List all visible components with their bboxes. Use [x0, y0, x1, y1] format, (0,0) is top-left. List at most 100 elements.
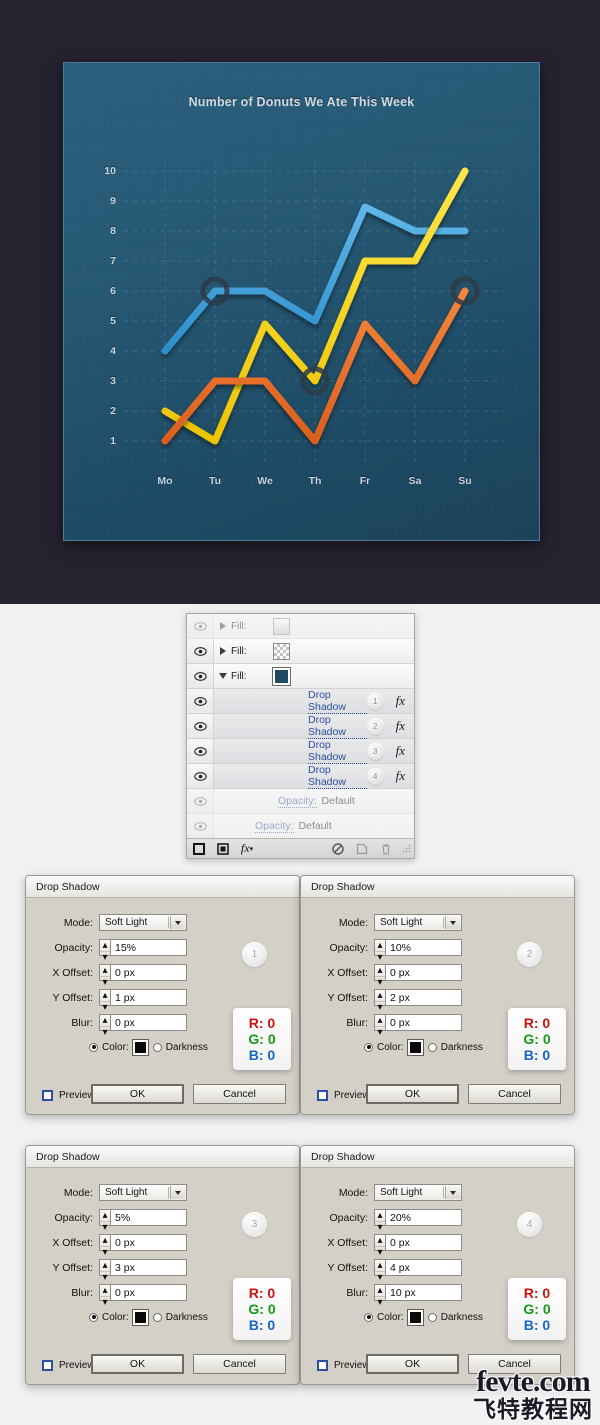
opacity-label[interactable]: Opacity:	[255, 820, 294, 833]
preview-checkbox[interactable]	[317, 1090, 328, 1101]
ok-button[interactable]: OK	[91, 1084, 184, 1104]
yoffset-stepper[interactable]: ▴ ▾	[99, 1259, 110, 1283]
opacity-stepper[interactable]: ▴ ▾	[374, 1209, 385, 1233]
xoffset-stepper[interactable]: ▴ ▾	[99, 964, 110, 988]
blur-input[interactable]: 0 px	[385, 1014, 462, 1031]
eye-icon[interactable]	[187, 789, 214, 813]
preview-row[interactable]: Preview	[42, 1360, 95, 1371]
color-swatch[interactable]	[131, 1038, 149, 1056]
xoffset-input[interactable]: 0 px	[385, 1234, 462, 1251]
yoffset-stepper[interactable]: ▴ ▾	[99, 989, 110, 1013]
fx-menu-icon[interactable]: fx ▾	[235, 841, 259, 856]
blend-mode-select[interactable]: Soft Light	[99, 914, 187, 931]
color-swatch[interactable]	[131, 1308, 149, 1326]
ok-button[interactable]: OK	[91, 1354, 184, 1374]
effect-label[interactable]: Drop Shadow	[308, 764, 367, 789]
effect-label[interactable]: Drop Shadow	[308, 714, 367, 739]
xoffset-input[interactable]: 0 px	[385, 964, 462, 981]
blur-stepper[interactable]: ▴ ▾	[374, 1014, 385, 1038]
effect-row-drop-shadow-3[interactable]: Drop Shadow 3 fx	[187, 739, 414, 764]
layer-row-fill-2[interactable]: Fill:	[187, 639, 414, 664]
blend-mode-select[interactable]: Soft Light	[374, 914, 462, 931]
opacity-stepper[interactable]: ▴ ▾	[374, 939, 385, 963]
color-radio[interactable]	[89, 1042, 98, 1052]
xoffset-stepper[interactable]: ▴ ▾	[99, 1234, 110, 1258]
preview-row[interactable]: Preview	[42, 1090, 95, 1101]
fx-icon[interactable]: fx	[396, 718, 405, 734]
effect-label[interactable]: Drop Shadow	[308, 739, 367, 764]
drop-shadow-dialog-2[interactable]: Drop Shadow 2 Mode: Soft Light Opacity: …	[300, 875, 575, 1115]
drop-shadow-dialog-4[interactable]: Drop Shadow 4 Mode: Soft Light Opacity: …	[300, 1145, 575, 1385]
preview-checkbox[interactable]	[42, 1090, 53, 1101]
ok-button[interactable]: OK	[366, 1084, 459, 1104]
eye-icon[interactable]	[187, 689, 214, 713]
effect-label[interactable]: Drop Shadow	[308, 689, 367, 714]
opacity-label[interactable]: Opacity:	[278, 795, 317, 808]
preview-checkbox[interactable]	[317, 1360, 328, 1371]
fx-icon[interactable]: fx	[396, 743, 405, 759]
yoffset-input[interactable]: 3 px	[110, 1259, 187, 1276]
effect-row-drop-shadow-1[interactable]: Drop Shadow 1 fx	[187, 689, 414, 714]
blur-stepper[interactable]: ▴ ▾	[374, 1284, 385, 1308]
opacity-input[interactable]: 10%	[385, 939, 462, 956]
xoffset-input[interactable]: 0 px	[110, 1234, 187, 1251]
new-layer-icon[interactable]	[350, 843, 374, 855]
opacity-row-2[interactable]: Opacity: Default	[187, 814, 414, 839]
layer-row-fill-1[interactable]: Fill:	[187, 614, 414, 639]
layer-row-fill-3[interactable]: Fill:	[187, 664, 414, 689]
resize-grip-icon[interactable]	[398, 844, 414, 853]
opacity-input[interactable]: 20%	[385, 1209, 462, 1226]
drop-shadow-dialog-3[interactable]: Drop Shadow 3 Mode: Soft Light Opacity: …	[25, 1145, 300, 1385]
opacity-input[interactable]: 15%	[110, 939, 187, 956]
fx-icon[interactable]: fx	[396, 768, 405, 784]
blend-mode-select[interactable]: Soft Light	[99, 1184, 187, 1201]
color-swatch[interactable]	[406, 1038, 424, 1056]
eye-icon[interactable]	[187, 714, 214, 738]
preview-row[interactable]: Preview	[317, 1090, 370, 1101]
darkness-radio[interactable]	[152, 1042, 162, 1052]
chevron-down-icon[interactable]	[214, 673, 231, 679]
preview-checkbox[interactable]	[42, 1360, 53, 1371]
chevron-right-icon[interactable]	[214, 647, 231, 655]
color-radio[interactable]	[364, 1042, 373, 1052]
blur-input[interactable]: 0 px	[110, 1014, 187, 1031]
chevron-right-icon[interactable]	[214, 622, 231, 630]
opacity-row-1[interactable]: Opacity: Default	[187, 789, 414, 814]
xoffset-stepper[interactable]: ▴ ▾	[374, 1234, 385, 1258]
layers-panel[interactable]: Fill: Fill: Fill: Drop Shadow 1 fx Drop …	[186, 613, 415, 859]
yoffset-input[interactable]: 4 px	[385, 1259, 462, 1276]
eye-icon[interactable]	[187, 639, 214, 663]
darkness-radio[interactable]	[152, 1312, 162, 1322]
blend-mode-select[interactable]: Soft Light	[374, 1184, 462, 1201]
cancel-button[interactable]: Cancel	[193, 1354, 286, 1374]
darkness-radio[interactable]	[427, 1042, 437, 1052]
blur-stepper[interactable]: ▴ ▾	[99, 1284, 110, 1308]
color-swatch[interactable]	[406, 1308, 424, 1326]
yoffset-stepper[interactable]: ▴ ▾	[374, 1259, 385, 1283]
cancel-button[interactable]: Cancel	[193, 1084, 286, 1104]
xoffset-input[interactable]: 0 px	[110, 964, 187, 981]
opacity-stepper[interactable]: ▴ ▾	[99, 939, 110, 963]
opacity-stepper[interactable]: ▴ ▾	[99, 1209, 110, 1233]
color-radio[interactable]	[89, 1312, 98, 1322]
eye-icon[interactable]	[187, 614, 214, 638]
no-entry-icon[interactable]	[326, 842, 350, 855]
yoffset-input[interactable]: 2 px	[385, 989, 462, 1006]
trash-icon[interactable]	[374, 843, 398, 855]
eye-icon[interactable]	[187, 664, 214, 688]
ok-button[interactable]: OK	[366, 1354, 459, 1374]
blur-stepper[interactable]: ▴ ▾	[99, 1014, 110, 1038]
square-outline-icon[interactable]	[187, 842, 211, 855]
opacity-input[interactable]: 5%	[110, 1209, 187, 1226]
eye-icon[interactable]	[187, 739, 214, 763]
cancel-button[interactable]: Cancel	[468, 1084, 561, 1104]
fx-icon[interactable]: fx	[396, 693, 405, 709]
effect-row-drop-shadow-4[interactable]: Drop Shadow 4 fx	[187, 764, 414, 789]
eye-icon[interactable]	[187, 814, 214, 838]
yoffset-stepper[interactable]: ▴ ▾	[374, 989, 385, 1013]
yoffset-input[interactable]: 1 px	[110, 989, 187, 1006]
effect-row-drop-shadow-2[interactable]: Drop Shadow 2 fx	[187, 714, 414, 739]
xoffset-stepper[interactable]: ▴ ▾	[374, 964, 385, 988]
square-filled-icon[interactable]	[211, 842, 235, 855]
blur-input[interactable]: 10 px	[385, 1284, 462, 1301]
